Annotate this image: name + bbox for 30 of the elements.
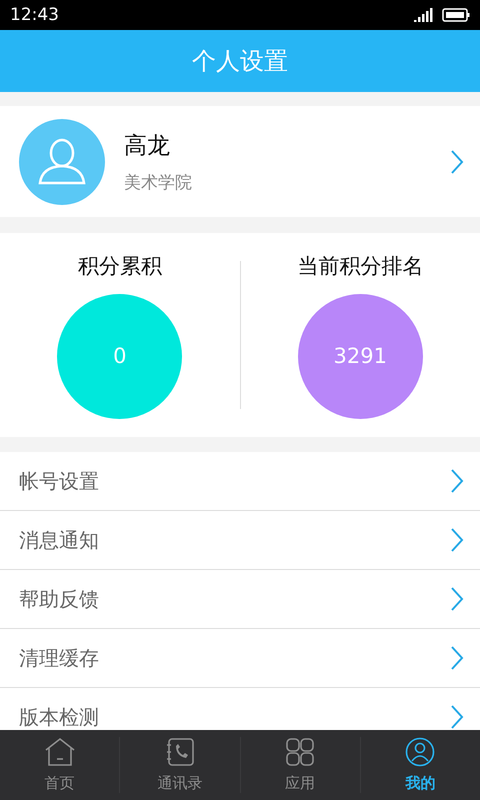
stat-label: 当前积分排名 — [297, 252, 424, 280]
tab[interactable]: 应用 — [240, 737, 360, 793]
page-title: 个人设置 — [192, 46, 288, 77]
chevron-icon — [450, 468, 464, 494]
chevron-icon — [450, 148, 464, 174]
menu-item[interactable]: 消息通知 — [0, 511, 480, 570]
chevron-icon — [450, 704, 464, 730]
avatar-icon — [19, 118, 105, 204]
user-college: 美术学院 — [124, 172, 193, 194]
tab[interactable]: 首页 — [0, 737, 120, 793]
stat-label: 积分累积 — [78, 252, 162, 280]
tab[interactable]: 通讯录 — [119, 737, 240, 793]
menu-item[interactable]: 帮助反馈 — [0, 570, 480, 629]
user-icon — [405, 737, 436, 767]
chevron-icon — [450, 586, 464, 612]
menu-item[interactable]: 帐号设置 — [0, 452, 480, 511]
user-name: 高龙 — [124, 132, 171, 160]
tab[interactable]: 我的 — [360, 737, 480, 793]
chevron-icon — [450, 527, 464, 553]
stat-circle: 0 — [57, 294, 182, 418]
battery-icon — [442, 8, 470, 22]
status-time: 12:43 — [10, 5, 59, 25]
phone-book-icon — [164, 737, 195, 767]
menu-item[interactable]: 清理缓存 — [0, 629, 480, 688]
home-icon — [44, 737, 76, 767]
chevron-icon — [450, 645, 464, 671]
profile-card[interactable]: 高龙 美术学院 — [0, 106, 480, 217]
signal-icon — [414, 8, 434, 22]
stat-circle: 3291 — [298, 294, 423, 418]
grid-icon — [285, 737, 316, 767]
